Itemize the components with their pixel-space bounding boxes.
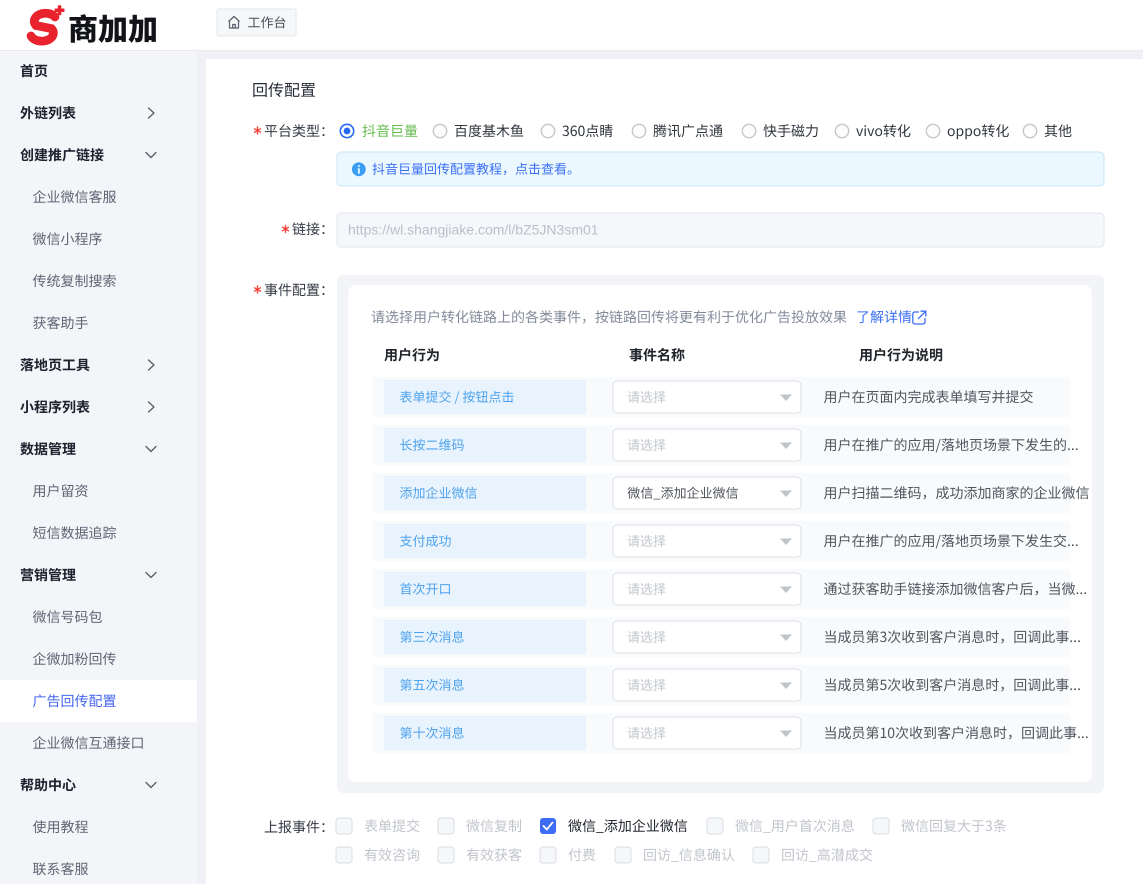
svg-text:https://wl.shangjiake.com/l/bZ: https://wl.shangjiake.com/l/bZ5JN3sm01 <box>348 222 599 238</box>
